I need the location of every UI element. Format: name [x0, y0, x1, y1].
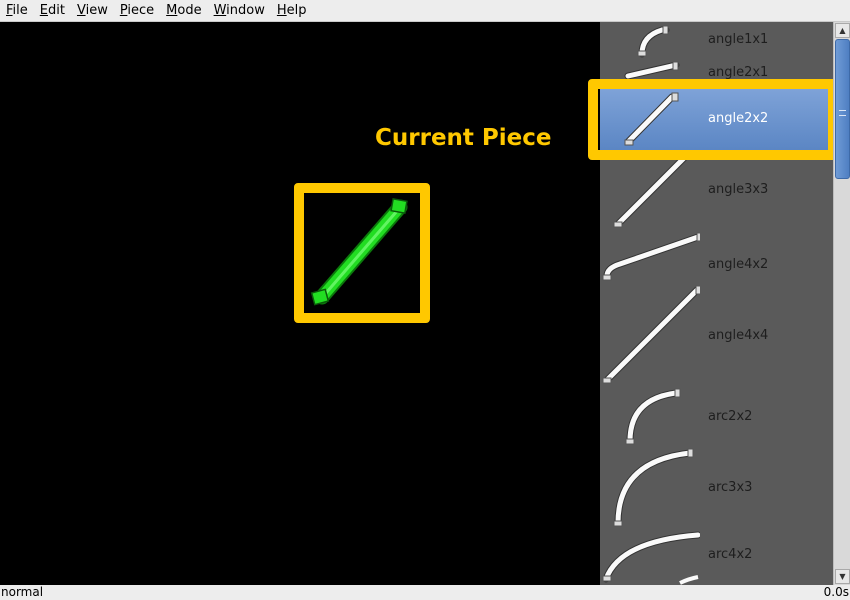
piece-item-angle3x3[interactable]: angle3x3: [600, 150, 833, 230]
piece-label: angle4x2: [708, 257, 769, 272]
angle3x3-icon: [613, 154, 688, 228]
piece-label: angle1x1: [708, 32, 769, 47]
track-viewport[interactable]: Current Piece: [0, 22, 600, 585]
menu-file[interactable]: File: [0, 0, 34, 22]
piece-item-angle1x1[interactable]: angle1x1: [600, 22, 833, 60]
piece-list-scrollbar[interactable]: ▲ ▼: [833, 22, 850, 585]
piece-item-angle2x1[interactable]: angle2x1: [600, 60, 833, 88]
piece-item-arc4x2[interactable]: arc4x2: [600, 527, 833, 585]
piece-label: angle4x4: [708, 328, 769, 343]
scroll-thumb[interactable]: [835, 39, 850, 179]
current-piece-frame: [294, 183, 430, 323]
status-mode: normal: [1, 585, 44, 599]
angle2x1-icon: [624, 61, 680, 80]
status-time: 0.0s: [823, 585, 849, 599]
menu-mode[interactable]: Mode: [160, 0, 207, 22]
arc2x2-icon: [625, 388, 681, 445]
piece-label: angle3x3: [708, 182, 769, 197]
status-bar: normal 0.0s: [0, 585, 850, 600]
menu-bar: File Edit View Piece Mode Window Help: [0, 0, 850, 22]
menu-window[interactable]: Window: [208, 0, 271, 22]
piece-item-angle4x2[interactable]: angle4x2: [600, 230, 833, 285]
angle4x2-icon: [602, 232, 700, 281]
menu-help[interactable]: Help: [271, 0, 313, 22]
current-piece-icon: [310, 198, 408, 306]
angle2x2-icon: [624, 92, 679, 146]
piece-label: arc3x3: [708, 480, 753, 495]
piece-label: angle2x2: [708, 111, 769, 126]
angle4x4-icon: [602, 285, 700, 384]
piece-list[interactable]: angle1x1 angle2x1 angle2x2 angle3x3 angl…: [600, 22, 833, 585]
piece-item-angle4x4[interactable]: angle4x4: [600, 285, 833, 385]
menu-view[interactable]: View: [71, 0, 114, 22]
menu-piece[interactable]: Piece: [114, 0, 160, 22]
menu-edit[interactable]: Edit: [34, 0, 71, 22]
piece-label: arc2x2: [708, 409, 753, 424]
piece-item-angle2x2[interactable]: angle2x2: [600, 88, 833, 150]
scroll-grip-icon: [839, 110, 846, 116]
arc3x3-icon: [613, 448, 694, 527]
current-piece-annotation: Current Piece: [375, 125, 552, 151]
arc4x2-icon: [602, 531, 700, 585]
scroll-up-button[interactable]: ▲: [835, 23, 850, 38]
piece-label: angle2x1: [708, 65, 769, 80]
piece-item-arc3x3[interactable]: arc3x3: [600, 447, 833, 527]
angle1x1-icon: [637, 25, 670, 58]
scroll-down-button[interactable]: ▼: [835, 569, 850, 584]
piece-label: arc4x2: [708, 547, 753, 562]
piece-item-arc2x2[interactable]: arc2x2: [600, 385, 833, 447]
